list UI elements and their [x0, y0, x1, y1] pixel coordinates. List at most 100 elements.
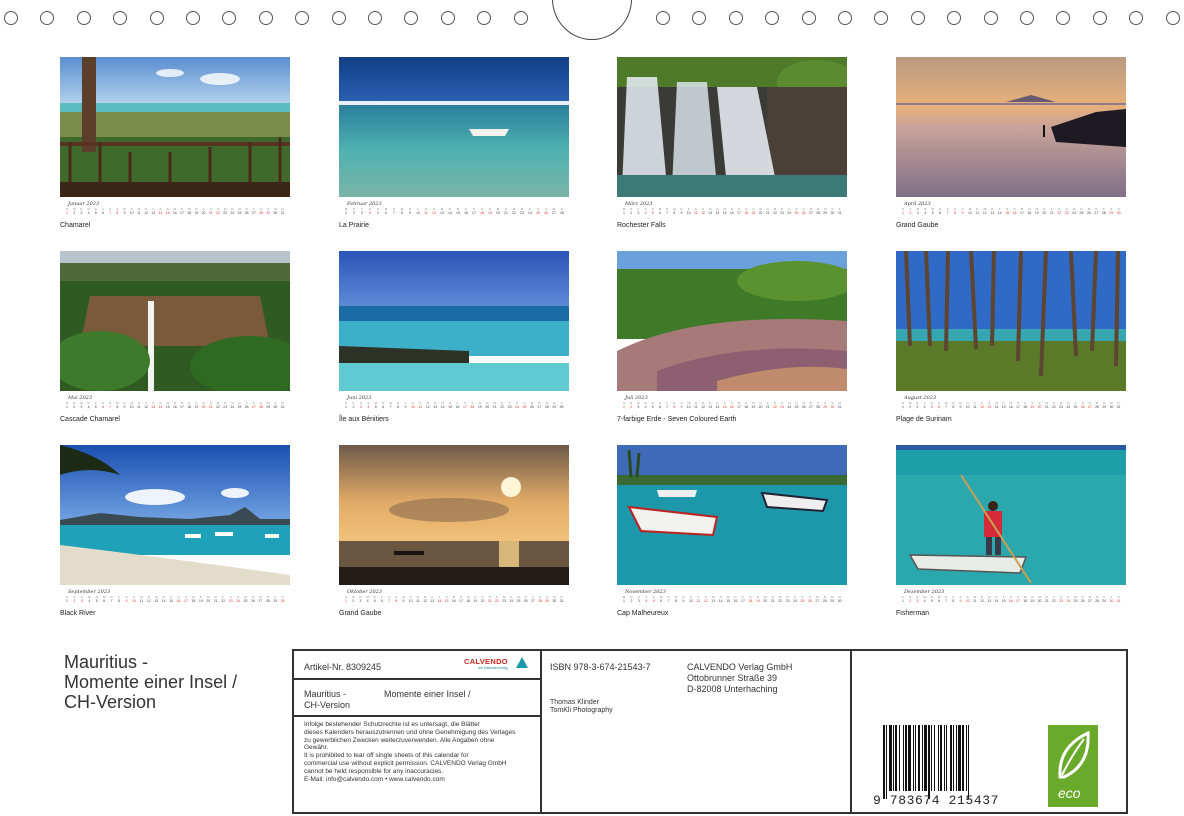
calendar-day: D4: [922, 207, 928, 217]
day-number: 23: [223, 211, 228, 215]
calendar-day: S 15: [1004, 207, 1010, 217]
imprint-box: Artikel-Nr. 8309245 CALVENDO der Kalende…: [292, 649, 1128, 814]
calendar-day: D 26: [1080, 595, 1086, 605]
day-number: 4: [87, 405, 90, 409]
calendar-day: D 25: [237, 401, 243, 411]
day-number: 29: [266, 405, 271, 409]
calendar-day: M 18: [1022, 595, 1028, 605]
legal-notice: Infolge bestehender Schutzrechte ist es …: [304, 721, 536, 783]
calendar-day: F 13: [429, 595, 435, 605]
day-number: 14: [997, 211, 1002, 215]
day-number: 23: [1064, 211, 1069, 215]
calendar-day: M 14: [993, 401, 999, 411]
logo-subtext: der Kalenderverlag: [478, 666, 508, 670]
day-number: 4: [923, 599, 926, 603]
day-number: 15: [722, 405, 727, 409]
day-number: 15: [1001, 405, 1006, 409]
day-number: 20: [201, 405, 206, 409]
calendar-day: S 18: [469, 401, 475, 411]
day-number: 3: [637, 405, 640, 409]
day-number: 18: [470, 405, 475, 409]
calendar-day: S 12: [431, 207, 437, 217]
legal-line: dieses Kalenders herauszutrennen und ohn…: [304, 728, 516, 736]
day-number: 8: [673, 405, 676, 409]
day-number: 22: [215, 211, 220, 215]
month-panel-may: Mai 2023 M 1 D 2 M 3 D 4 F 5 S 6 S 7 M 8 D 9 M 10 D 11 F 12 S 13 S…: [60, 251, 290, 429]
eco-logo: eco: [1048, 725, 1098, 807]
day-number: 8: [675, 599, 678, 603]
day-number: 22: [221, 599, 226, 603]
isbn: ISBN 978-3-674-21543-7: [550, 662, 651, 672]
binding-hole: [477, 11, 492, 25]
calendar-day: S1: [621, 401, 627, 411]
calendar-day: S 16: [729, 401, 735, 411]
calendar-day: D5: [372, 595, 378, 605]
calendar-day: D9: [122, 401, 128, 411]
day-number: 5: [95, 599, 98, 603]
calendar-day: D3: [914, 401, 920, 411]
calendar-day: S 19: [1029, 401, 1035, 411]
day-number: 10: [129, 211, 134, 215]
day-number: 11: [139, 599, 144, 603]
day-number: 26: [523, 599, 528, 603]
calendar-day: S1: [343, 595, 349, 605]
calendar-day: D 14: [714, 207, 720, 217]
day-number: 31: [1116, 405, 1121, 409]
calendar-day: F4: [922, 401, 928, 411]
calendar-day: D7: [109, 595, 115, 605]
calendar-day: S1: [900, 207, 906, 217]
day-number: 7: [945, 599, 948, 603]
day-number: 9: [680, 211, 683, 215]
day-number: 9: [123, 405, 126, 409]
title-line-3: CH-Version: [64, 692, 157, 712]
calendar-day: D 10: [965, 401, 971, 411]
calendar-day: M 20: [758, 207, 764, 217]
calendar-day: S4: [643, 595, 649, 605]
day-number: 28: [1095, 405, 1100, 409]
day-number: 13: [711, 599, 716, 603]
day-number: 21: [487, 599, 492, 603]
calendar-day: S4: [643, 207, 649, 217]
calendar-day: M 29: [829, 595, 835, 605]
binding-hole: [76, 11, 91, 25]
calendar-day: S 19: [750, 207, 756, 217]
day-number: 8: [118, 599, 121, 603]
day-number: 13: [430, 599, 435, 603]
calendar-day: S 10: [965, 595, 971, 605]
calendar-day: D 28: [815, 207, 821, 217]
calendar-day: M3: [915, 207, 921, 217]
day-number: 20: [1042, 211, 1047, 215]
calendar-day: S 15: [722, 401, 728, 411]
day-number: 29: [1109, 211, 1114, 215]
calendar-day: D 28: [559, 207, 565, 217]
day-number: 17: [737, 405, 741, 409]
calendar-day: S 11: [695, 595, 701, 605]
day-number: 3: [916, 599, 919, 603]
day-number: 27: [530, 599, 535, 603]
calendar-day: D 25: [794, 401, 800, 411]
calendar-day: M 10: [129, 401, 135, 411]
day-number: 25: [1079, 211, 1084, 215]
calendar-day: D8: [950, 401, 956, 411]
day-number: 10: [965, 405, 970, 409]
day-number: 28: [1095, 599, 1100, 603]
calendar-day: F 26: [244, 401, 250, 411]
month-panel-february: Februar 2023 M 1 D 2 F 3 S 4 S 5 M 6 D 7 M 8 D 9 F 10 S 11 S 12…: [339, 57, 569, 235]
calendar-day: F 24: [527, 207, 533, 217]
day-number: 22: [772, 405, 777, 409]
binding-hole: [368, 11, 382, 25]
calendar-day: S 19: [487, 207, 493, 217]
day-number: 5: [930, 599, 933, 603]
day-number: 8: [952, 599, 955, 603]
day-number: 14: [715, 211, 720, 215]
day-number: 28: [816, 211, 821, 215]
calendar-day: M 22: [511, 207, 517, 217]
calendar-day: D 21: [213, 595, 219, 605]
calendar-day: F1: [64, 595, 70, 605]
calendar-day: S6: [100, 401, 106, 411]
day-number: 30: [1109, 599, 1114, 603]
calendar-day: D 29: [551, 401, 557, 411]
day-number: 22: [494, 599, 499, 603]
day-number: 31: [280, 405, 285, 409]
day-number: 29: [1102, 599, 1107, 603]
